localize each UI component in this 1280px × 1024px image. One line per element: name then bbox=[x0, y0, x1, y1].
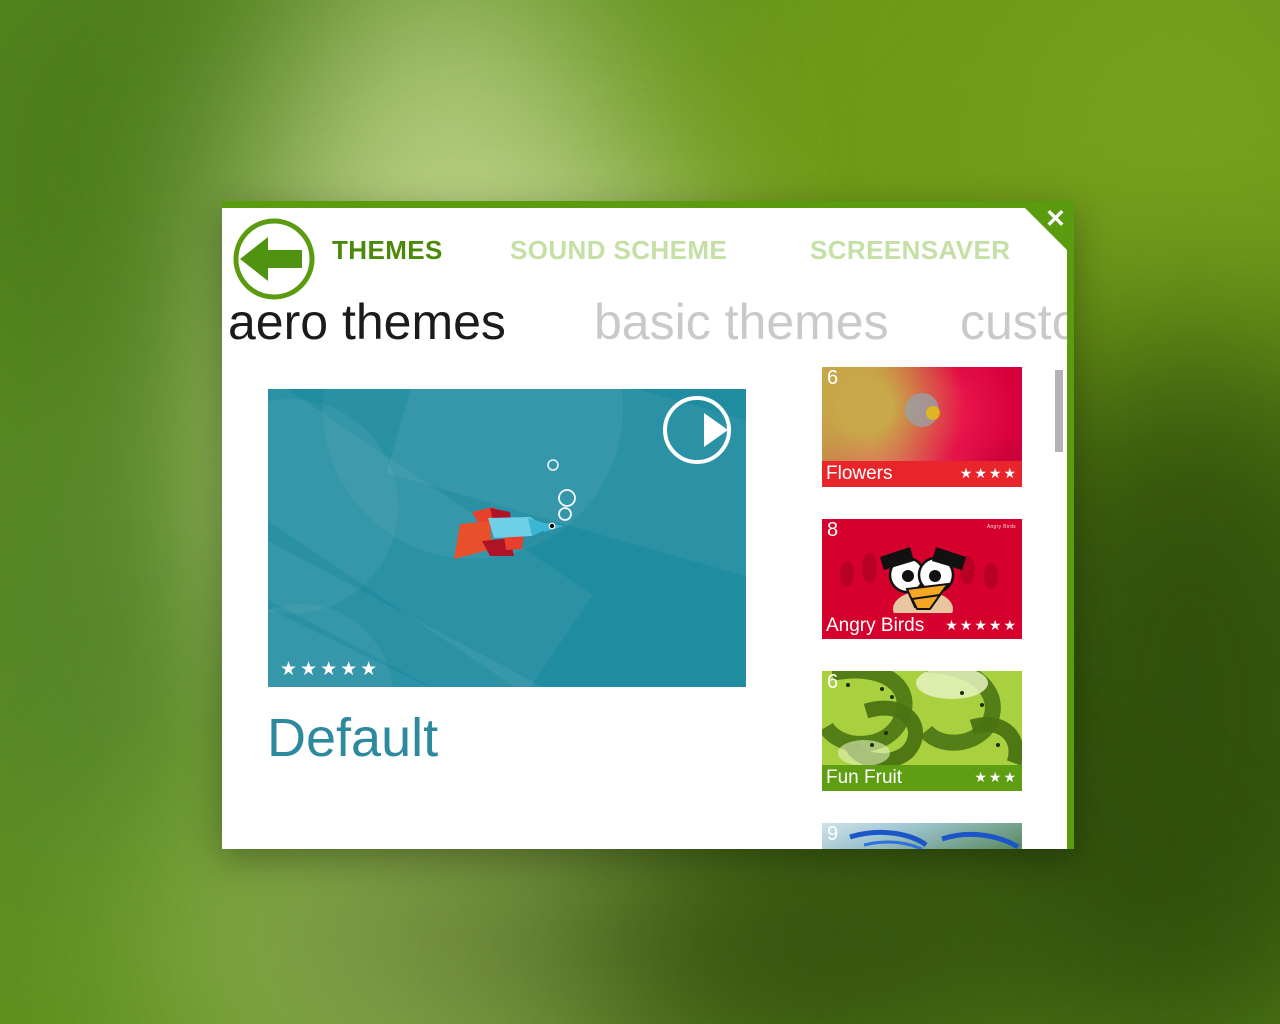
preview-theme-title: Default bbox=[267, 708, 439, 768]
window-right-accent-bar bbox=[1067, 201, 1074, 849]
bubbles-illustration bbox=[547, 459, 576, 521]
window-top-accent-bar bbox=[222, 201, 1074, 208]
next-theme-button[interactable] bbox=[658, 391, 736, 469]
thumbnail-image bbox=[822, 823, 1022, 849]
thumbnail-count: 9 bbox=[827, 823, 839, 845]
arrow-right-circle-icon bbox=[663, 396, 731, 464]
thumbnail-image bbox=[822, 367, 1022, 461]
tab-sound-scheme[interactable]: SOUND SCHEME bbox=[510, 235, 727, 266]
tab-themes[interactable]: THEMES bbox=[332, 235, 443, 266]
kiwi-photo bbox=[822, 671, 1022, 765]
thumbnail-rating-stars: ★★★ bbox=[974, 769, 1018, 785]
theme-category-row: aero themes basic themes custom themes bbox=[222, 293, 1067, 355]
scrollbar-thumb[interactable] bbox=[1055, 370, 1063, 452]
bg-ellipse bbox=[840, 561, 854, 587]
list-item[interactable]: 6 Fun Fruit ★★★ bbox=[822, 671, 1022, 791]
thumbnail-label-bar: Angry Birds ★★★★★ bbox=[822, 613, 1022, 639]
thumbnail-rating-stars: ★★★★ bbox=[959, 465, 1018, 481]
background-blur-blob bbox=[250, 840, 1150, 1024]
thumbnail-title: Fun Fruit bbox=[826, 767, 903, 788]
theme-preview-panel[interactable]: ★★★★★ bbox=[268, 389, 746, 687]
thumbnail-image: Angry Birds bbox=[822, 519, 1022, 613]
category-aero-themes[interactable]: aero themes bbox=[228, 293, 506, 351]
theme-thumbnail-list[interactable]: 6 Flowers ★★★★ Angry Birds 8 Angry Birds… bbox=[822, 367, 1024, 849]
list-item[interactable]: 6 Flowers ★★★★ bbox=[822, 367, 1022, 487]
list-item[interactable]: 9 bbox=[822, 823, 1022, 849]
bg-ellipse bbox=[984, 563, 998, 589]
angry-bird-illustration bbox=[880, 547, 966, 613]
thumbnail-image bbox=[822, 671, 1022, 765]
thumbnail-count: 6 bbox=[827, 671, 839, 693]
thumbnail-title: Flowers bbox=[826, 463, 893, 484]
angry-birds-watermark: Angry Birds bbox=[986, 524, 1016, 530]
themes-settings-window: ✕ THEMES SOUND SCHEME SCREENSAVER aero t… bbox=[222, 201, 1074, 849]
top-navigation-bar: THEMES SOUND SCHEME SCREENSAVER bbox=[222, 208, 1067, 300]
thumbnail-rating-stars: ★★★★★ bbox=[945, 617, 1018, 633]
thumbnail-title: Angry Birds bbox=[826, 615, 925, 636]
themes-scrollbar[interactable] bbox=[1055, 367, 1063, 849]
tab-screensaver[interactable]: SCREENSAVER bbox=[810, 235, 1010, 266]
list-item[interactable]: Angry Birds 8 Angry Birds ★★★★★ bbox=[822, 519, 1022, 639]
dragonfly-illustration bbox=[849, 829, 1020, 849]
category-basic-themes[interactable]: basic themes bbox=[594, 293, 889, 351]
thumbnail-count: 6 bbox=[827, 367, 839, 389]
preview-rating-stars: ★★★★★ bbox=[280, 659, 381, 680]
thumbnail-count: 8 bbox=[827, 519, 839, 541]
category-custom-themes[interactable]: custom themes bbox=[960, 293, 1067, 351]
thumbnail-label-bar: Fun Fruit ★★★ bbox=[822, 765, 1022, 791]
thumbnail-label-bar: Flowers ★★★★ bbox=[822, 461, 1022, 487]
